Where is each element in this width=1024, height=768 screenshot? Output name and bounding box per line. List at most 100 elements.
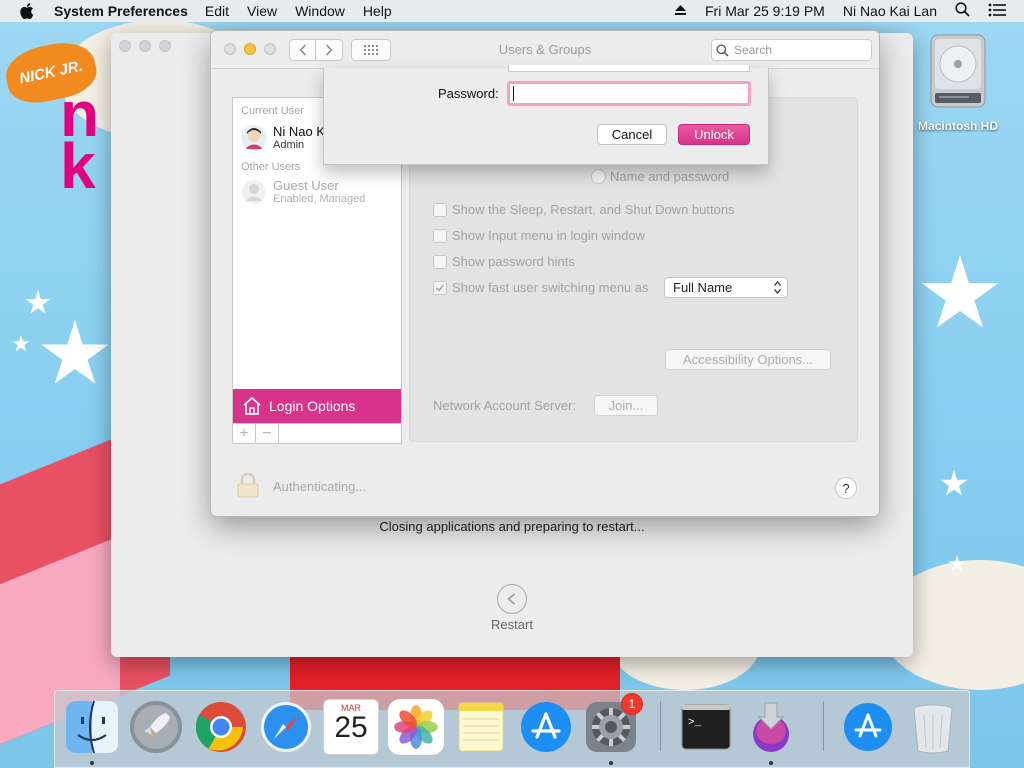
sidebar-item-guest-user[interactable]: Guest User Enabled, Managed xyxy=(233,174,401,210)
fast-switch-popup[interactable]: Full Name xyxy=(664,277,788,298)
minimize-button[interactable] xyxy=(139,40,151,52)
authentication-sheet: Password: Cancel Unlock xyxy=(323,65,769,165)
wallpaper-star xyxy=(25,290,51,314)
radio-button[interactable] xyxy=(591,169,606,184)
remove-user-button[interactable]: − xyxy=(256,424,279,444)
finder-icon xyxy=(66,700,118,754)
dock-app-store[interactable] xyxy=(518,699,574,755)
dock-calendar[interactable]: MAR 25 xyxy=(323,699,379,755)
cancel-button[interactable]: Cancel xyxy=(597,124,667,145)
current-user-header: Current User xyxy=(241,105,304,117)
running-indicator xyxy=(609,761,613,765)
current-user-role: Admin xyxy=(273,139,305,151)
dock-photos[interactable] xyxy=(388,699,444,755)
dock-downloads-stack[interactable] xyxy=(840,699,896,755)
zoom-button[interactable] xyxy=(159,40,171,52)
menu-app-name[interactable]: System Preferences xyxy=(54,3,188,19)
unlock-button[interactable]: Unlock xyxy=(678,124,750,145)
checkbox-label: Show fast user switching menu as xyxy=(452,280,649,295)
checkbox[interactable] xyxy=(433,228,447,243)
wallpaper-star xyxy=(940,470,968,496)
join-button[interactable]: Join... xyxy=(594,395,658,416)
wallpaper-letters: nk xyxy=(60,78,99,203)
dock-system-preferences[interactable]: 1 xyxy=(583,693,643,755)
trash-icon xyxy=(913,704,953,754)
house-icon xyxy=(243,396,261,415)
add-user-button[interactable]: + xyxy=(233,424,256,444)
checkbox-label: Show Input menu in login window xyxy=(452,228,645,243)
search-field[interactable]: Search xyxy=(711,39,872,61)
dock-launchpad[interactable] xyxy=(128,699,184,755)
menubar-user[interactable]: Ni Nao Kai Lan xyxy=(843,3,937,19)
dock-installer[interactable] xyxy=(743,699,799,755)
restart-button[interactable] xyxy=(497,584,527,614)
authenticating-status: Authenticating... xyxy=(273,479,367,494)
sidebar-item-login-options[interactable]: Login Options xyxy=(233,389,401,423)
dock: MAR 25 1 >_ xyxy=(54,690,970,768)
checkbox-label: Show password hints xyxy=(452,254,575,269)
checkbox-row-password-hints[interactable]: Show password hints xyxy=(433,254,575,269)
current-user-name: Ni Nao Kai Lan xyxy=(273,125,325,139)
radio-label: Name and password xyxy=(610,169,730,184)
calendar-day: 25 xyxy=(334,711,368,744)
checkbox-checked[interactable] xyxy=(433,280,447,295)
safari-compass-icon xyxy=(261,702,311,752)
restart-status-message: Closing applications and preparing to re… xyxy=(379,519,645,534)
guest-user-icon xyxy=(242,180,266,204)
accessibility-options-button[interactable]: Accessibility Options... xyxy=(665,349,831,370)
users-groups-window: Users & Groups Search Current User Ni Na… xyxy=(210,30,880,517)
guest-user-status: Enabled, Managed xyxy=(273,193,366,205)
spotlight-icon[interactable] xyxy=(955,2,970,20)
restart-label: Restart xyxy=(491,617,533,632)
menubar-clock[interactable]: Fri Mar 25 9:19 PM xyxy=(705,3,825,19)
checkbox-row-input-menu[interactable]: Show Input menu in login window xyxy=(433,228,645,243)
menu-help[interactable]: Help xyxy=(363,3,392,19)
notification-badge: 1 xyxy=(621,693,643,715)
password-field[interactable] xyxy=(507,81,751,106)
close-button[interactable] xyxy=(119,40,131,52)
checkbox-row-fast-user-switching[interactable]: Show fast user switching menu as xyxy=(433,280,649,295)
username-field-partial[interactable] xyxy=(508,65,750,72)
window-controls xyxy=(119,40,171,52)
dock-safari[interactable] xyxy=(258,699,314,755)
apple-menu-icon[interactable] xyxy=(20,2,36,20)
checkbox[interactable] xyxy=(433,202,447,217)
menu-view[interactable]: View xyxy=(247,3,277,19)
menu-edit[interactable]: Edit xyxy=(205,3,229,19)
terminal-icon: >_ xyxy=(681,704,731,750)
notes-icon xyxy=(458,702,504,752)
up-down-arrows-icon xyxy=(774,281,781,294)
dock-chrome[interactable] xyxy=(193,699,249,755)
radio-name-and-password[interactable]: Name and password xyxy=(591,169,729,184)
dock-finder[interactable] xyxy=(64,699,120,755)
notification-center-icon[interactable] xyxy=(988,3,1006,20)
search-icon xyxy=(716,43,729,57)
dock-notes[interactable] xyxy=(453,699,509,755)
lock-icon[interactable] xyxy=(236,472,260,501)
checkbox-label: Show the Sleep, Restart, and Shut Down b… xyxy=(452,202,735,217)
restart-arrow-icon xyxy=(507,593,516,605)
login-options-label: Login Options xyxy=(269,398,356,414)
terminal-prompt: >_ xyxy=(688,717,702,729)
hard-drive-icon xyxy=(927,33,989,109)
eject-icon[interactable] xyxy=(674,3,687,19)
checkbox[interactable] xyxy=(433,254,447,269)
dock-terminal[interactable]: >_ xyxy=(678,699,734,755)
wallpaper-star xyxy=(12,335,30,352)
search-placeholder: Search xyxy=(734,43,773,57)
user-avatar xyxy=(241,125,267,151)
macintosh-hd-desktop-icon[interactable]: Macintosh HD xyxy=(912,33,1004,133)
other-users-header: Other Users xyxy=(241,161,301,173)
network-account-server-label: Network Account Server: xyxy=(433,398,577,413)
menu-bar: System Preferences Edit View Window Help… xyxy=(0,0,1024,22)
app-store-icon xyxy=(844,703,892,751)
checkbox-row-sleep-restart[interactable]: Show the Sleep, Restart, and Shut Down b… xyxy=(433,202,735,217)
dock-trash[interactable] xyxy=(905,699,961,755)
running-indicator xyxy=(769,761,773,765)
menu-window[interactable]: Window xyxy=(295,3,345,19)
help-button[interactable]: ? xyxy=(835,477,857,499)
running-indicator xyxy=(90,761,94,765)
popup-value: Full Name xyxy=(673,280,733,295)
wallpaper-star xyxy=(41,320,109,384)
macintosh-hd-label: Macintosh HD xyxy=(917,119,998,133)
